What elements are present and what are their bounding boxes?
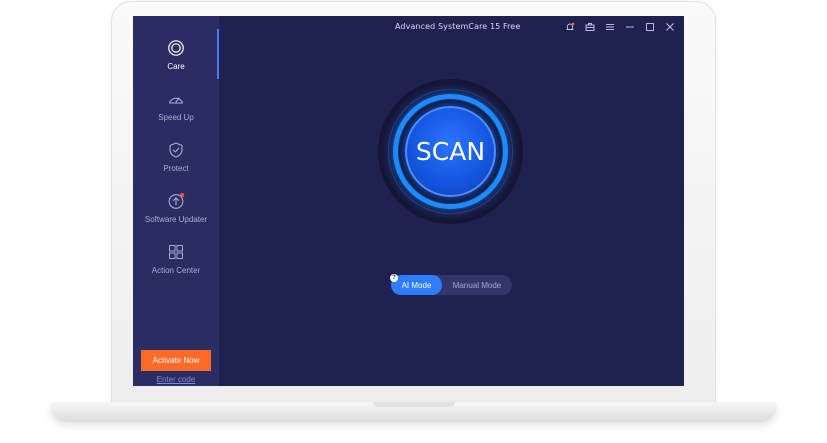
scan-button[interactable]: SCAN bbox=[405, 106, 496, 197]
close-icon bbox=[666, 23, 674, 31]
sidebar-item-label: Care bbox=[167, 62, 185, 71]
bell-icon bbox=[566, 22, 575, 30]
window-title: Advanced SystemCare 15 Free bbox=[395, 22, 521, 31]
mode-toggle: AI Mode Manual Mode bbox=[391, 275, 512, 295]
sidebar-item-label: Speed Up bbox=[158, 113, 194, 122]
sidebar-item-care[interactable]: Care bbox=[133, 31, 219, 81]
sidebar-item-speed-up[interactable]: Speed Up bbox=[133, 82, 219, 132]
minimize-icon bbox=[626, 26, 634, 28]
sidebar-item-label: Software Updater bbox=[144, 215, 208, 224]
title-controls bbox=[560, 19, 680, 35]
scan-area: SCAN bbox=[378, 79, 523, 224]
sidebar-item-action-center[interactable]: Action Center bbox=[133, 235, 219, 285]
shield-icon bbox=[169, 142, 183, 158]
sidebar: Care Speed Up Protect Software Updater A… bbox=[133, 16, 219, 386]
close-button[interactable] bbox=[660, 19, 680, 35]
minimize-button[interactable] bbox=[620, 19, 640, 35]
enter-code-link[interactable]: Enter code bbox=[133, 375, 219, 384]
active-indicator bbox=[217, 29, 219, 79]
notification-dot-icon bbox=[179, 193, 185, 198]
briefcase-icon bbox=[585, 23, 595, 31]
grid-icon bbox=[169, 245, 183, 259]
menu-button[interactable] bbox=[600, 19, 620, 35]
toolbox-button[interactable] bbox=[580, 19, 600, 35]
speedometer-icon bbox=[168, 97, 184, 104]
sidebar-item-label: Protect bbox=[163, 164, 189, 173]
hamburger-menu-icon bbox=[606, 24, 614, 30]
sidebar-item-label: Action Center bbox=[151, 266, 201, 275]
maximize-button[interactable] bbox=[640, 19, 660, 35]
notification-button[interactable] bbox=[560, 19, 580, 35]
activate-now-button[interactable]: Activate Now bbox=[141, 350, 211, 371]
help-icon[interactable]: ? bbox=[390, 274, 398, 282]
sidebar-item-software-updater[interactable]: Software Updater bbox=[133, 184, 219, 234]
ai-mode-button[interactable]: AI Mode bbox=[391, 275, 442, 295]
app-window: Care Speed Up Protect Software Updater A… bbox=[133, 16, 684, 386]
laptop-notch bbox=[373, 402, 455, 407]
sidebar-item-protect[interactable]: Protect bbox=[133, 133, 219, 183]
manual-mode-button[interactable]: Manual Mode bbox=[442, 275, 512, 295]
maximize-icon bbox=[646, 23, 654, 31]
update-arrow-icon bbox=[168, 193, 185, 209]
care-icon bbox=[168, 40, 184, 56]
